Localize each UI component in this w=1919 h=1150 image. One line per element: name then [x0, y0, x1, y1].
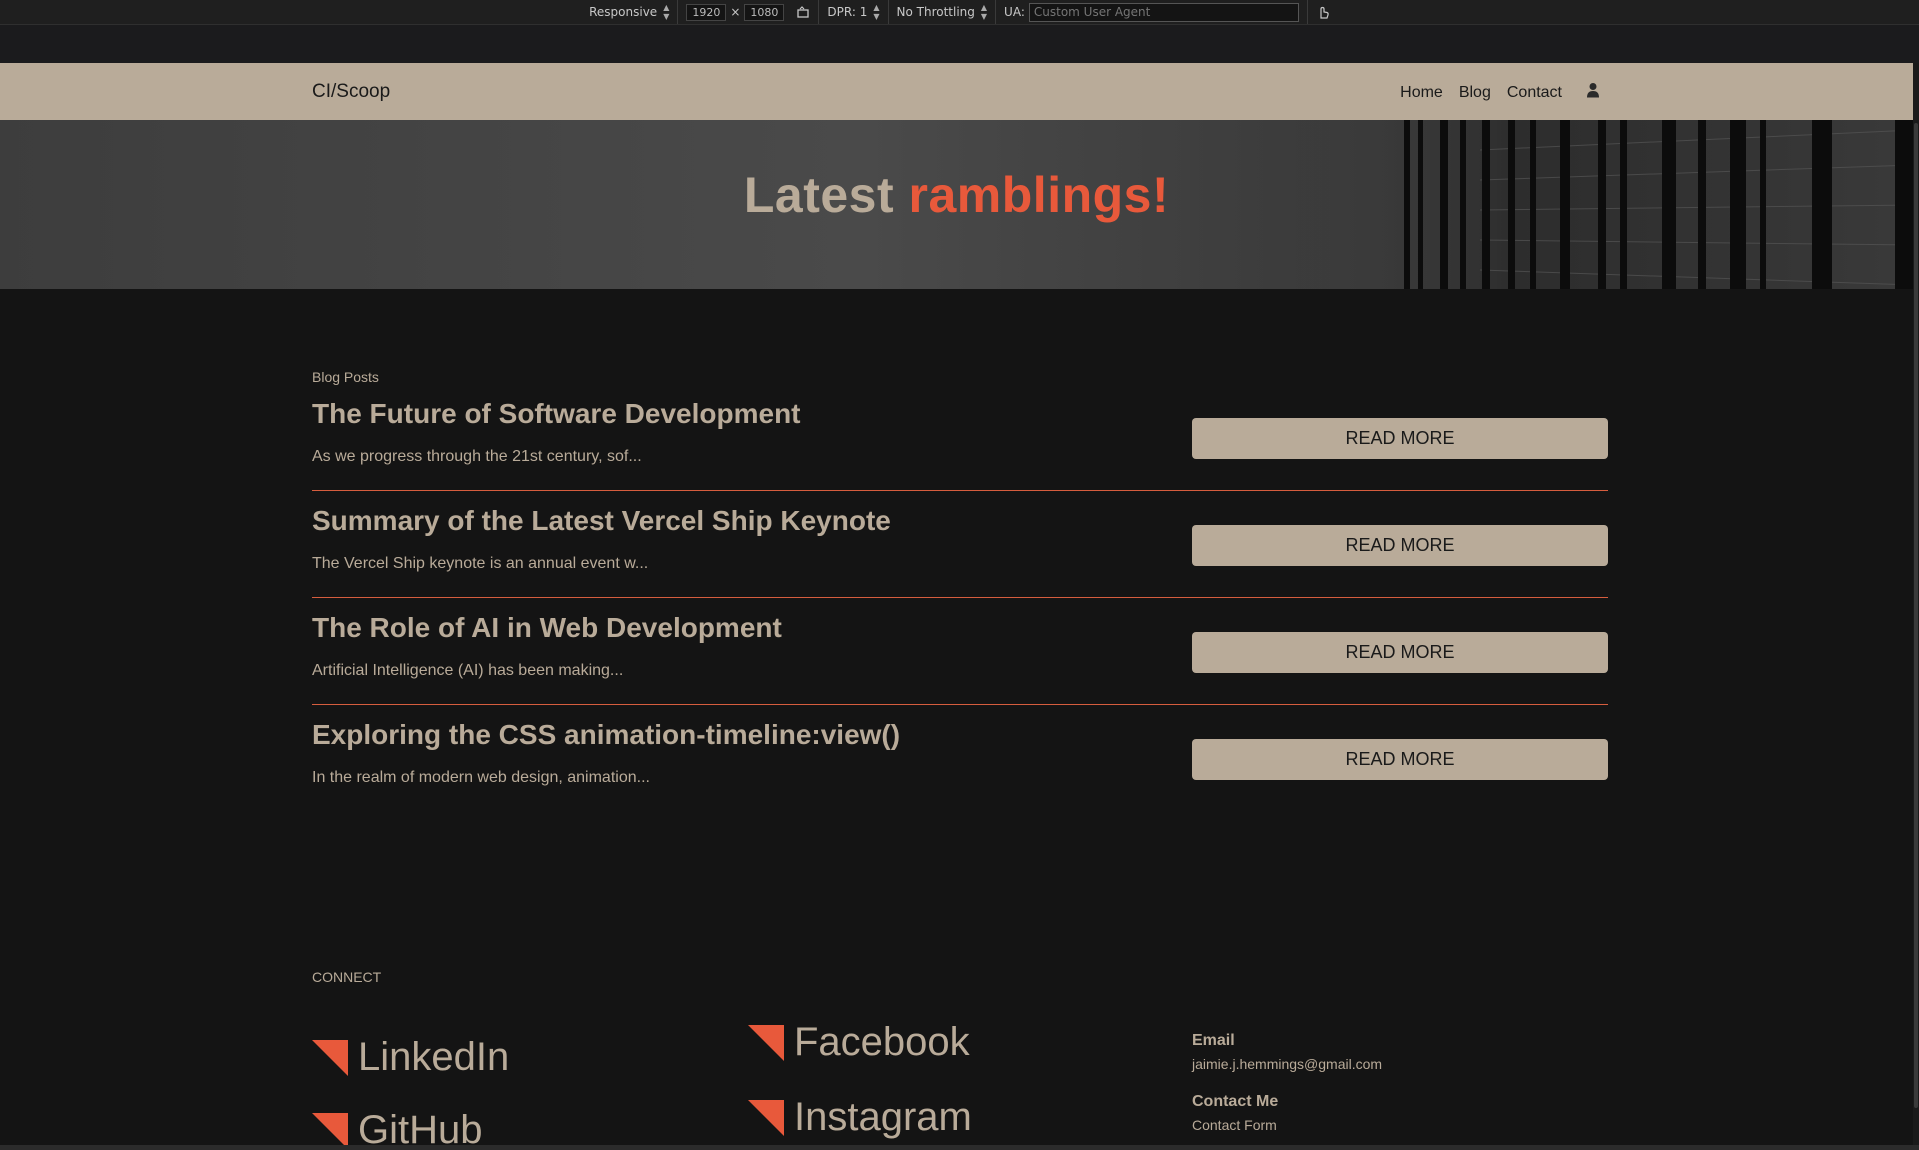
- email-block: Email jaimie.j.hemmings@gmail.com: [1192, 1032, 1382, 1072]
- linkedin-label: LinkedIn: [358, 1035, 510, 1079]
- blog-post: Summary of the Latest Vercel Ship Keynot…: [312, 491, 1608, 598]
- dimensions-group: 1920 × 1080: [678, 0, 820, 24]
- user-icon[interactable]: [1586, 82, 1600, 103]
- hero-banner: Latest ramblings!: [0, 120, 1913, 289]
- facebook-link[interactable]: Facebook: [748, 1020, 970, 1065]
- ua-label: UA:: [1004, 5, 1025, 19]
- width-input[interactable]: 1920: [686, 3, 727, 21]
- read-more-button[interactable]: READ MORE: [1192, 525, 1608, 566]
- updown-arrows-icon: ▲ ▼: [873, 3, 880, 21]
- dpr-selector[interactable]: DPR: 1 ▲ ▼: [819, 0, 889, 24]
- post-excerpt: As we progress through the 21st century,…: [312, 448, 642, 465]
- device-label: Responsive: [589, 5, 658, 19]
- hero-title-accent: ramblings!: [908, 167, 1170, 223]
- device-selector[interactable]: Responsive ▲ ▼: [581, 0, 679, 24]
- updown-arrows-icon: ▲ ▼: [980, 3, 988, 21]
- hero-title: Latest ramblings!: [0, 166, 1913, 224]
- post-excerpt: In the realm of modern web design, anima…: [312, 769, 650, 786]
- ua-group: UA:: [996, 0, 1308, 24]
- nav-contact-link[interactable]: Contact: [1507, 84, 1562, 102]
- page-viewport: CI/Scoop Home Blog Contact Latest rambli…: [0, 63, 1919, 1145]
- devtools-toolbar: Responsive ▲ ▼ 1920 × 1080 DPR: 1 ▲ ▼ No T…: [0, 0, 1919, 25]
- navbar: CI/Scoop Home Blog Contact: [0, 63, 1913, 120]
- throttling-label: No Throttling: [896, 5, 975, 19]
- nav-home-link[interactable]: Home: [1400, 84, 1443, 102]
- blog-post: Exploring the CSS animation-timeline:vie…: [312, 705, 1608, 812]
- hero-title-start: Latest: [743, 167, 895, 223]
- github-link[interactable]: GitHub: [312, 1108, 483, 1145]
- window-bottom-edge: [0, 1145, 1919, 1150]
- read-more-button[interactable]: READ MORE: [1192, 632, 1608, 673]
- contact-heading: Contact Me: [1192, 1093, 1279, 1110]
- devtools-gap: [0, 25, 1919, 63]
- blog-post-list: The Future of Software Development As we…: [312, 398, 1608, 812]
- scrollbar-thumb[interactable]: [1914, 123, 1918, 1108]
- linkedin-link[interactable]: LinkedIn: [312, 1035, 509, 1080]
- connect-section-label: CONNECT: [312, 969, 382, 985]
- post-title[interactable]: Summary of the Latest Vercel Ship Keynot…: [312, 505, 891, 537]
- height-input[interactable]: 1080: [744, 3, 785, 21]
- blog-post: The Role of AI in Web Development Artifi…: [312, 598, 1608, 705]
- brand-logo[interactable]: CI/Scoop: [312, 81, 390, 103]
- post-title[interactable]: The Role of AI in Web Development: [312, 612, 782, 644]
- post-title[interactable]: The Future of Software Development: [312, 398, 801, 430]
- touch-simulation-icon[interactable]: [1316, 4, 1330, 20]
- read-more-button[interactable]: READ MORE: [1192, 418, 1608, 459]
- read-more-button[interactable]: READ MORE: [1192, 739, 1608, 780]
- nav-blog-link[interactable]: Blog: [1459, 84, 1491, 102]
- corner-triangle-icon: [748, 1024, 784, 1061]
- github-label: GitHub: [358, 1108, 483, 1145]
- corner-triangle-icon: [312, 1039, 348, 1076]
- blog-section-label: Blog Posts: [312, 369, 379, 385]
- user-agent-input[interactable]: [1028, 2, 1299, 22]
- contact-form-link[interactable]: Contact Form: [1192, 1117, 1278, 1133]
- facebook-label: Facebook: [794, 1020, 970, 1064]
- post-excerpt: Artificial Intelligence (AI) has been ma…: [312, 662, 624, 679]
- updown-arrows-icon: ▲ ▼: [663, 3, 670, 21]
- corner-triangle-icon: [748, 1099, 784, 1136]
- page-scrollbar[interactable]: [1913, 63, 1919, 1145]
- email-link[interactable]: jaimie.j.hemmings@gmail.com: [1192, 1056, 1382, 1072]
- email-heading: Email: [1192, 1032, 1235, 1049]
- instagram-link[interactable]: Instagram: [748, 1095, 972, 1140]
- nav-links: Home Blog Contact: [1400, 82, 1600, 103]
- contact-block: Contact Me Contact Form: [1192, 1093, 1278, 1133]
- corner-triangle-icon: [312, 1112, 348, 1145]
- times-sign: ×: [730, 5, 741, 19]
- dpr-label: DPR: 1: [827, 5, 868, 19]
- throttling-selector[interactable]: No Throttling ▲ ▼: [889, 0, 997, 24]
- post-title[interactable]: Exploring the CSS animation-timeline:vie…: [312, 719, 900, 751]
- post-excerpt: The Vercel Ship keynote is an annual eve…: [312, 555, 649, 572]
- blog-post: The Future of Software Development As we…: [312, 398, 1608, 491]
- instagram-label: Instagram: [794, 1095, 972, 1139]
- touch-group: [1308, 0, 1338, 24]
- rotate-icon[interactable]: [796, 5, 810, 19]
